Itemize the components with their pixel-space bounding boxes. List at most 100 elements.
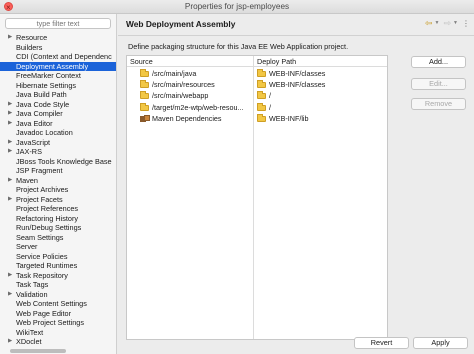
sidebar-item-label: WikiText bbox=[16, 327, 44, 337]
sidebar-item-label: Project References bbox=[16, 204, 79, 213]
navigation-toolbar: ⇦ ▼ ⇨ ▼ ⋮ bbox=[425, 17, 470, 29]
sidebar-item[interactable]: FreeMarker Context bbox=[0, 71, 116, 81]
sidebar: ▶ ResourceBuildersCDI (Context and Depend… bbox=[0, 14, 117, 354]
library-icon bbox=[140, 114, 150, 122]
chevron-down-icon[interactable]: ▼ bbox=[453, 20, 458, 26]
table-row[interactable]: /src/main/webapp / bbox=[127, 90, 387, 101]
sidebar-item[interactable]: Javadoc Location bbox=[0, 128, 116, 138]
header-divider bbox=[118, 35, 474, 36]
sidebar-item[interactable]: ▶ JavaScript bbox=[0, 138, 116, 148]
sidebar-item[interactable]: Project Archives bbox=[0, 185, 116, 195]
close-window-button[interactable] bbox=[4, 1, 13, 15]
sidebar-item[interactable]: ▶ Validation bbox=[0, 290, 116, 300]
sidebar-item[interactable]: JSP Fragment bbox=[0, 166, 116, 176]
forward-arrow-icon[interactable]: ⇨ bbox=[444, 18, 452, 29]
column-header-source[interactable]: Source bbox=[127, 56, 253, 67]
folder-icon bbox=[140, 69, 149, 77]
deploy-path-cell: / bbox=[269, 102, 271, 112]
page-description: Define packaging structure for this Java… bbox=[128, 42, 349, 51]
sidebar-item[interactable]: Web Page Editor bbox=[0, 309, 116, 319]
expand-arrow-icon[interactable]: ▶ bbox=[8, 119, 12, 129]
sidebar-item[interactable]: Web Content Settings bbox=[0, 299, 116, 309]
expand-arrow-icon[interactable]: ▶ bbox=[8, 33, 12, 43]
sidebar-item[interactable]: Service Policies bbox=[0, 252, 116, 262]
sidebar-item-label: Seam Settings bbox=[16, 232, 64, 242]
sidebar-item[interactable]: Deployment Assembly bbox=[0, 61, 116, 71]
sidebar-item[interactable]: ▶ Java Code Style bbox=[0, 100, 116, 110]
add-button[interactable]: Add... bbox=[411, 56, 466, 68]
remove-button[interactable]: Remove bbox=[411, 98, 466, 110]
folder-icon bbox=[257, 113, 266, 122]
sidebar-item[interactable]: ▶ Java Compiler bbox=[0, 109, 116, 119]
filter-input[interactable] bbox=[5, 18, 111, 29]
expand-arrow-icon[interactable]: ▶ bbox=[8, 195, 12, 205]
sidebar-item[interactable]: Task Tags bbox=[0, 280, 116, 290]
deploy-path-cell: WEB-INF/classes bbox=[269, 69, 326, 78]
column-header-deploy-path[interactable]: Deploy Path bbox=[254, 56, 388, 67]
folder-icon bbox=[257, 69, 266, 77]
sidebar-item-label: Java Compiler bbox=[16, 109, 63, 118]
sidebar-item[interactable]: ▶ Java Editor bbox=[0, 119, 116, 129]
apply-button[interactable]: Apply bbox=[413, 337, 468, 349]
view-menu-icon[interactable]: ⋮ bbox=[462, 19, 470, 28]
sidebar-item-label: Java Build Path bbox=[16, 90, 67, 99]
sidebar-item-label: Maven bbox=[16, 175, 38, 185]
chevron-down-icon[interactable]: ▼ bbox=[435, 20, 440, 26]
sidebar-item-label: Deployment Assembly bbox=[16, 61, 89, 71]
expand-arrow-icon[interactable]: ▶ bbox=[8, 290, 12, 300]
expand-arrow-icon[interactable]: ▶ bbox=[8, 147, 12, 157]
sidebar-item-label: Refactoring History bbox=[16, 213, 79, 223]
sidebar-item[interactable]: ▶ Maven bbox=[0, 176, 116, 186]
source-cell: Maven Dependencies bbox=[152, 113, 222, 123]
back-arrow-icon[interactable]: ⇦ bbox=[425, 18, 433, 29]
sidebar-item-label: Task Repository bbox=[16, 270, 68, 280]
sidebar-item[interactable]: Builders bbox=[0, 43, 116, 53]
sidebar-item[interactable]: Hibernate Settings bbox=[0, 81, 116, 91]
sidebar-item-label: JSP Fragment bbox=[16, 166, 63, 175]
sidebar-item-label: Resource bbox=[16, 33, 48, 42]
sidebar-item[interactable]: Targeted Runtimes bbox=[0, 261, 116, 271]
sidebar-item[interactable]: ▶ JAX-RS bbox=[0, 147, 116, 157]
sidebar-item[interactable]: ▶ Task Repository bbox=[0, 271, 116, 281]
revert-button[interactable]: Revert bbox=[354, 337, 409, 349]
source-cell: /src/main/java bbox=[152, 69, 197, 78]
sidebar-item[interactable]: CDI (Context and Dependenc bbox=[0, 52, 116, 62]
sidebar-item-label: CDI (Context and Dependenc bbox=[16, 52, 112, 61]
expand-arrow-icon[interactable]: ▶ bbox=[8, 176, 12, 186]
expand-arrow-icon[interactable]: ▶ bbox=[8, 138, 12, 148]
expand-arrow-icon[interactable]: ▶ bbox=[8, 100, 12, 110]
sidebar-item-label: Javadoc Location bbox=[16, 128, 73, 137]
folder-icon bbox=[257, 80, 266, 89]
sidebar-item[interactable]: Refactoring History bbox=[0, 214, 116, 224]
sidebar-horizontal-scrollbar[interactable] bbox=[10, 349, 66, 353]
sidebar-item-label: Server bbox=[16, 242, 38, 251]
sidebar-item-label: Web Project Settings bbox=[16, 318, 85, 327]
sidebar-item[interactable]: WikiText bbox=[0, 328, 116, 338]
sidebar-item[interactable]: Web Project Settings bbox=[0, 318, 116, 328]
sidebar-item[interactable]: Java Build Path bbox=[0, 90, 116, 100]
sidebar-item[interactable]: JBoss Tools Knowledge Base bbox=[0, 157, 116, 167]
table-header: Source Deploy Path bbox=[127, 56, 387, 67]
sidebar-item[interactable]: Server bbox=[0, 242, 116, 252]
folder-icon bbox=[140, 91, 149, 100]
folder-icon bbox=[140, 102, 149, 111]
table-row[interactable]: Maven Dependencies WEB-INF/lib bbox=[127, 113, 387, 124]
expand-arrow-icon[interactable]: ▶ bbox=[8, 271, 12, 281]
sidebar-item[interactable]: Seam Settings bbox=[0, 233, 116, 243]
table-row[interactable]: /target/m2e-wtp/web-resou... / bbox=[127, 102, 387, 113]
sidebar-item[interactable]: ▶ Resource bbox=[0, 33, 116, 43]
table-row[interactable]: /src/main/java WEB-INF/classes bbox=[127, 68, 387, 79]
sidebar-item-label: Project Archives bbox=[16, 185, 69, 194]
sidebar-item[interactable]: ▶ Project Facets bbox=[0, 195, 116, 205]
expand-arrow-icon[interactable]: ▶ bbox=[8, 109, 12, 119]
sidebar-item[interactable]: ▶ XDoclet bbox=[0, 337, 116, 347]
folder-icon bbox=[257, 91, 266, 100]
sidebar-item[interactable]: Run/Debug Settings bbox=[0, 223, 116, 233]
folder-icon bbox=[140, 80, 149, 89]
expand-arrow-icon[interactable]: ▶ bbox=[8, 337, 12, 347]
edit-button[interactable]: Edit... bbox=[411, 78, 466, 90]
table-row[interactable]: /src/main/resources WEB-INF/classes bbox=[127, 79, 387, 90]
source-cell: /target/m2e-wtp/web-resou... bbox=[152, 102, 244, 112]
window-titlebar: Properties for jsp-employees bbox=[0, 0, 474, 15]
sidebar-item[interactable]: Project References bbox=[0, 204, 116, 214]
